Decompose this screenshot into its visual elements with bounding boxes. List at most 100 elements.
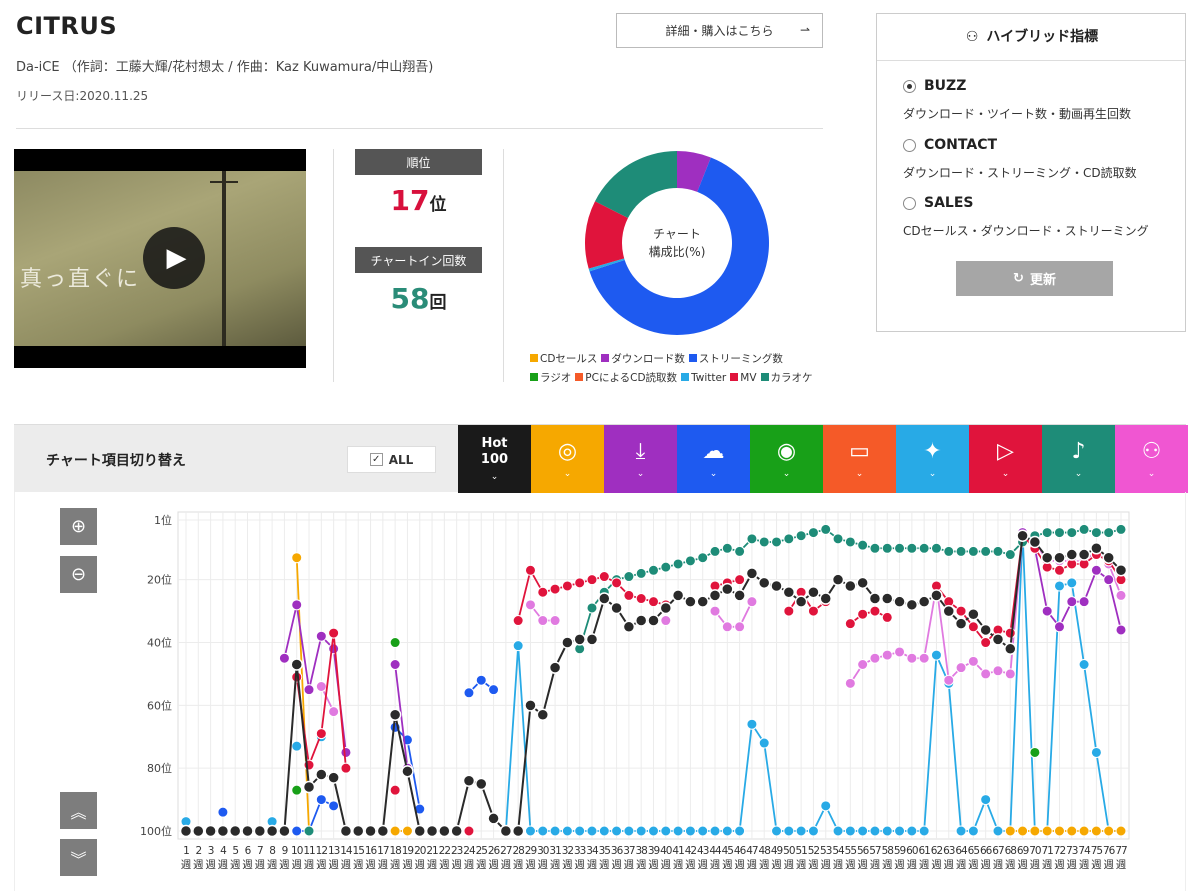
data-point[interactable]	[413, 824, 426, 838]
data-point[interactable]	[315, 728, 327, 740]
tile-twitter[interactable]: ✦ ⌄	[896, 425, 969, 493]
data-point[interactable]	[401, 825, 413, 837]
data-point[interactable]	[610, 601, 623, 615]
data-point[interactable]	[844, 536, 856, 548]
data-point[interactable]	[228, 824, 242, 838]
data-point[interactable]	[967, 621, 979, 633]
data-point[interactable]	[573, 633, 586, 646]
data-point[interactable]	[340, 746, 352, 758]
data-point[interactable]	[315, 630, 327, 642]
data-point[interactable]	[648, 564, 659, 576]
data-point[interactable]	[771, 536, 783, 548]
data-point[interactable]	[475, 674, 487, 686]
data-point[interactable]	[537, 615, 549, 627]
buy-details-button[interactable]: 詳細・購入はこちら ⇀	[616, 13, 823, 48]
data-point[interactable]	[918, 825, 930, 837]
data-point[interactable]	[746, 596, 758, 608]
data-point[interactable]	[721, 582, 734, 596]
data-point[interactable]	[1004, 668, 1016, 680]
data-point[interactable]	[832, 825, 844, 837]
data-point[interactable]	[1090, 542, 1103, 555]
data-point[interactable]	[980, 668, 992, 680]
data-point[interactable]	[943, 674, 955, 686]
tile-pc-cd[interactable]: ▭ ⌄	[823, 425, 896, 493]
data-point[interactable]	[1103, 825, 1115, 837]
data-point[interactable]	[561, 825, 573, 837]
data-point[interactable]	[278, 824, 291, 838]
data-point[interactable]	[623, 825, 635, 837]
data-point[interactable]	[782, 586, 796, 599]
data-point[interactable]	[721, 825, 733, 837]
data-point[interactable]	[967, 655, 979, 667]
data-point[interactable]	[857, 608, 869, 620]
data-point[interactable]	[709, 825, 721, 837]
data-point[interactable]	[917, 595, 931, 608]
data-point[interactable]	[463, 825, 475, 837]
data-point[interactable]	[537, 586, 549, 598]
data-point[interactable]	[291, 825, 303, 837]
data-point[interactable]	[389, 637, 401, 649]
data-point[interactable]	[734, 545, 746, 557]
data-point[interactable]	[869, 542, 881, 554]
data-point[interactable]	[623, 589, 635, 601]
data-point[interactable]	[697, 552, 709, 564]
data-point[interactable]	[1004, 627, 1016, 639]
data-point[interactable]	[1078, 596, 1090, 608]
data-point[interactable]	[598, 571, 610, 583]
data-point[interactable]	[709, 545, 721, 557]
data-point[interactable]	[462, 774, 476, 787]
data-point[interactable]	[980, 794, 992, 806]
data-point[interactable]	[954, 617, 968, 630]
data-point[interactable]	[463, 687, 475, 699]
data-point[interactable]	[807, 527, 819, 539]
data-point[interactable]	[770, 579, 783, 593]
data-point[interactable]	[217, 806, 229, 818]
data-point[interactable]	[389, 659, 401, 671]
data-point[interactable]	[512, 640, 524, 652]
data-point[interactable]	[364, 824, 377, 838]
data-point[interactable]	[795, 825, 807, 837]
data-point[interactable]	[328, 643, 340, 655]
data-point[interactable]	[278, 652, 290, 664]
data-point[interactable]	[906, 652, 918, 664]
tile-mv[interactable]: ▷ ⌄	[969, 425, 1042, 493]
data-point[interactable]	[524, 599, 536, 611]
data-point[interactable]	[475, 777, 488, 791]
data-point[interactable]	[783, 533, 795, 545]
data-point[interactable]	[820, 523, 832, 535]
data-point[interactable]	[905, 598, 919, 612]
data-point[interactable]	[1053, 564, 1065, 576]
data-point[interactable]	[574, 825, 586, 837]
data-point[interactable]	[943, 545, 955, 557]
data-point[interactable]	[721, 621, 733, 633]
data-point[interactable]	[881, 592, 894, 605]
data-point[interactable]	[499, 824, 513, 838]
data-point[interactable]	[697, 825, 709, 837]
data-point[interactable]	[253, 824, 267, 838]
data-point[interactable]	[771, 825, 783, 837]
data-point[interactable]	[869, 652, 881, 664]
data-point[interactable]	[327, 771, 340, 784]
data-point[interactable]	[328, 706, 340, 718]
data-point[interactable]	[734, 825, 746, 837]
data-point[interactable]	[549, 615, 561, 627]
all-toggle-button[interactable]: ✓ ALL	[347, 446, 436, 473]
tile-karaoke[interactable]: ♪ ⌄	[1042, 425, 1115, 493]
data-point[interactable]	[746, 533, 758, 545]
data-point[interactable]	[401, 765, 414, 778]
data-point[interactable]	[684, 555, 696, 567]
data-point[interactable]	[425, 824, 439, 838]
data-point[interactable]	[537, 825, 549, 837]
data-point[interactable]	[857, 539, 869, 551]
data-point[interactable]	[1040, 551, 1054, 564]
data-point[interactable]	[328, 627, 340, 639]
data-point[interactable]	[536, 708, 550, 722]
data-point[interactable]	[1041, 825, 1053, 837]
data-point[interactable]	[659, 601, 673, 615]
data-point[interactable]	[795, 530, 807, 542]
data-point[interactable]	[291, 740, 303, 752]
data-point[interactable]	[586, 574, 598, 586]
data-point[interactable]	[894, 825, 906, 837]
data-point[interactable]	[709, 605, 721, 617]
data-point[interactable]	[438, 824, 451, 838]
